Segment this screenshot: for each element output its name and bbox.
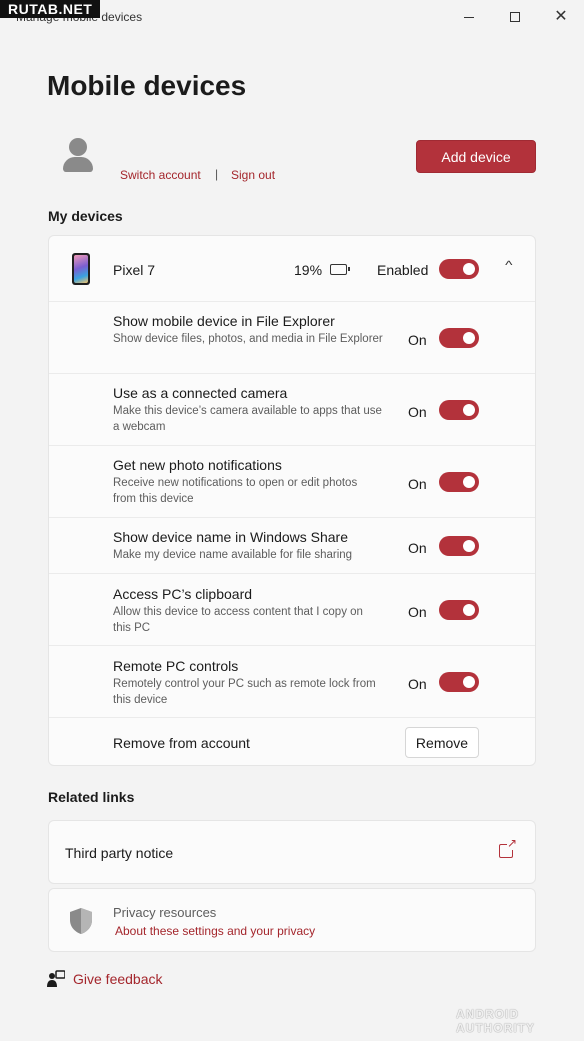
setting-title: Show device name in Windows Share xyxy=(113,529,349,545)
avatar-body xyxy=(63,157,93,172)
feedback-icon[interactable] xyxy=(47,970,65,988)
windows-share-toggle[interactable] xyxy=(439,536,479,556)
device-card: Pixel 7 19% Enabled ^ Show mobile device… xyxy=(48,235,536,766)
related-links-heading: Related links xyxy=(48,789,135,805)
avatar xyxy=(59,136,99,176)
setting-state: On xyxy=(408,476,427,492)
watermark-bottom: ANDROID AUTHORITY xyxy=(456,1007,535,1035)
remove-from-account-label: Remove from account xyxy=(113,735,250,751)
setting-title: Remote PC controls xyxy=(113,658,239,674)
my-devices-heading: My devices xyxy=(48,208,123,224)
setting-description: Remotely control your PC such as remote … xyxy=(113,678,376,706)
remove-button[interactable]: Remove xyxy=(405,727,479,758)
account-separator: | xyxy=(215,167,219,181)
device-header-row[interactable]: Pixel 7 19% Enabled ^ xyxy=(49,236,535,301)
file-explorer-toggle[interactable] xyxy=(439,328,479,348)
setting-row: Use as a connected camera Make this devi… xyxy=(49,373,535,445)
setting-row: Get new photo notifications Receive new … xyxy=(49,445,535,517)
privacy-settings-link[interactable]: About these settings and your privacy xyxy=(115,924,315,938)
remove-row: Remove from account Remove xyxy=(49,717,535,765)
setting-row: Remote PC controls Remotely control your… xyxy=(49,645,535,717)
give-feedback-link[interactable]: Give feedback xyxy=(73,971,163,987)
battery-percent: 19% xyxy=(294,262,323,278)
shield-icon xyxy=(70,908,92,934)
page-title: Mobile devices xyxy=(47,70,247,101)
setting-row: Show device name in Windows Share Make m… xyxy=(49,517,535,573)
chevron-up-icon[interactable]: ^ xyxy=(505,258,512,272)
third-party-notice-link[interactable]: Third party notice xyxy=(48,820,536,884)
add-device-button[interactable]: Add device xyxy=(416,140,536,173)
setting-row: Show mobile device in File Explorer Show… xyxy=(49,301,535,373)
setting-state: On xyxy=(408,332,427,348)
setting-state: On xyxy=(408,540,427,556)
clipboard-toggle[interactable] xyxy=(439,600,479,620)
setting-description: Make this device’s camera available to a… xyxy=(113,405,382,433)
third-party-notice-label: Third party notice xyxy=(65,845,174,861)
sign-out-link[interactable]: Sign out xyxy=(231,168,275,182)
setting-state: On xyxy=(408,404,427,420)
title-bar: Manage mobile devices RUTAB.NET ✕ xyxy=(0,0,584,34)
setting-state: On xyxy=(408,676,427,692)
close-icon: ✕ xyxy=(554,8,568,25)
external-link-icon xyxy=(499,837,517,858)
setting-title: Get new photo notifications xyxy=(113,457,282,473)
remote-controls-toggle[interactable] xyxy=(439,672,479,692)
phone-icon xyxy=(72,253,90,285)
maximize-button[interactable] xyxy=(492,4,538,30)
setting-title: Show mobile device in File Explorer xyxy=(113,313,335,329)
avatar-head xyxy=(69,138,87,156)
maximize-icon xyxy=(510,12,520,22)
watermark-top: RUTAB.NET xyxy=(0,0,101,18)
setting-state: On xyxy=(408,604,427,620)
close-button[interactable]: ✕ xyxy=(538,4,584,30)
setting-description: Receive new notifications to open or edi… xyxy=(113,477,358,505)
device-enabled-toggle[interactable] xyxy=(439,259,479,279)
battery-icon xyxy=(330,264,350,275)
setting-title: Use as a connected camera xyxy=(113,385,288,401)
switch-account-link[interactable]: Switch account xyxy=(120,168,201,182)
setting-row: Access PC’s clipboard Allow this device … xyxy=(49,573,535,645)
privacy-resources-card: Privacy resources About these settings a… xyxy=(48,888,536,952)
minimize-icon xyxy=(464,16,474,18)
enabled-label: Enabled xyxy=(377,262,429,278)
setting-description: Allow this device to access content that… xyxy=(113,606,363,634)
setting-description: Show device files, photos, and media in … xyxy=(113,333,383,345)
setting-title: Access PC’s clipboard xyxy=(113,586,253,602)
connected-camera-toggle[interactable] xyxy=(439,400,479,420)
photo-notifications-toggle[interactable] xyxy=(439,472,479,492)
device-name: Pixel 7 xyxy=(113,262,156,278)
setting-description: Make my device name available for file s… xyxy=(113,549,353,561)
minimize-button[interactable] xyxy=(446,4,492,30)
privacy-resources-title: Privacy resources xyxy=(113,905,217,920)
